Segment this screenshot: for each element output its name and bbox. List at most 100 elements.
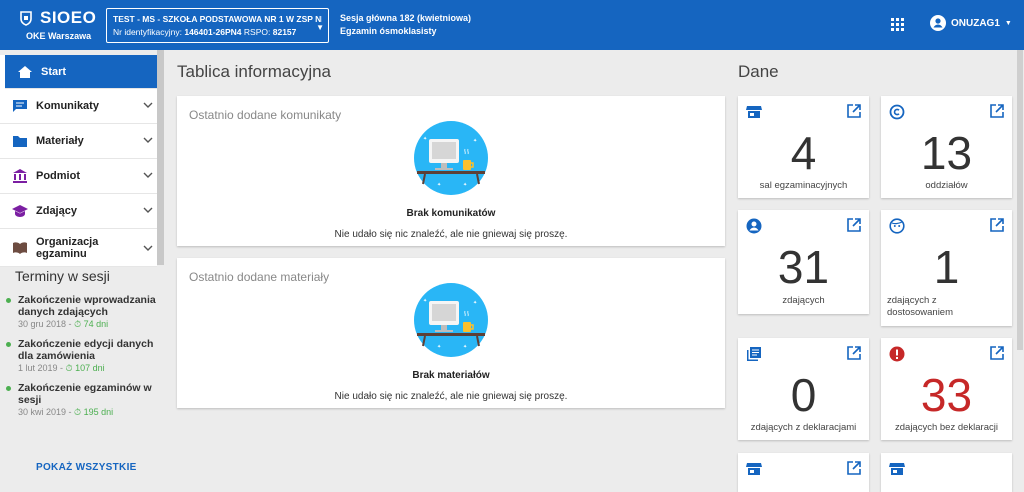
- sidebar-item-start[interactable]: Start: [5, 55, 157, 89]
- open-in-new-icon[interactable]: [990, 218, 1004, 232]
- empty-heading: Brak komunikatów: [406, 208, 496, 219]
- exam-name: Egzamin ósmoklasisty: [340, 26, 437, 36]
- sidebar-scrollbar[interactable]: [157, 50, 164, 265]
- chevron-down-icon: [143, 245, 153, 251]
- scrollbar-thumb[interactable]: [1017, 50, 1023, 350]
- store-icon: [746, 463, 762, 475]
- session-name: Sesja główna 182 (kwietniowa): [340, 13, 472, 23]
- term-item: Zakończenie edycji danych dla zamówienia…: [6, 338, 157, 374]
- account-icon: [746, 218, 762, 234]
- svg-text:✦: ✦: [423, 136, 427, 142]
- data-section-title: Dane: [738, 62, 779, 81]
- account-circle-icon: [930, 15, 946, 31]
- stat-label: zdających z dostosowaniem: [887, 295, 954, 318]
- school-select[interactable]: TEST - MS - SZKOŁA PODSTAWOWA NR 1 W ZSP…: [106, 8, 329, 43]
- materials-panel: Ostatnio dodane materiały ✦ ✦ ✦ ✦ Brak m…: [177, 258, 725, 408]
- graduation-cap-icon: [12, 205, 28, 217]
- empty-description: Nie udało się nic znaleźć, ale nie gniew…: [334, 229, 568, 240]
- stat-card-zdajacy: 31 zdających: [738, 210, 869, 314]
- open-in-new-icon[interactable]: [990, 346, 1004, 360]
- error-icon: [889, 346, 905, 362]
- brand-name: SIOEO: [40, 8, 97, 27]
- open-in-new-icon[interactable]: [990, 104, 1004, 118]
- folder-icon: [13, 136, 27, 147]
- stat-value: 33: [920, 369, 973, 421]
- status-dot: [6, 386, 11, 391]
- face-icon: [889, 218, 905, 234]
- show-all-button[interactable]: POKAŻ WSZYSTKIE: [36, 462, 137, 473]
- status-dot: [6, 298, 11, 303]
- sidebar: Start Komunikaty Materiały Podmiot Zdają…: [0, 50, 165, 492]
- open-in-new-icon[interactable]: [847, 104, 861, 118]
- chevron-down-icon: [143, 207, 153, 213]
- chevron-down-icon: [143, 172, 153, 178]
- apps-grid-icon[interactable]: [891, 18, 904, 31]
- top-bar: SIOEO OKE Warszawa TEST - MS - SZKOŁA PO…: [0, 0, 1024, 50]
- stat-card-partial: [738, 453, 869, 492]
- svg-text:✦: ✦: [473, 138, 477, 144]
- open-in-new-icon[interactable]: [847, 218, 861, 232]
- stat-label: zdających: [782, 295, 825, 306]
- stat-card-sale: 4 sal egzaminacyjnych: [738, 96, 869, 198]
- stat-value: 0: [790, 369, 817, 421]
- svg-text:✦: ✦: [473, 300, 477, 306]
- panel-title: Ostatnio dodane materiały: [189, 270, 330, 284]
- stat-label: zdających bez deklaracji: [895, 422, 998, 433]
- clock-icon: ⏱: [74, 319, 82, 329]
- library-books-icon: [747, 347, 761, 361]
- messages-panel: Ostatnio dodane komunikaty ✦ ✦ ✦ ✦ Brak …: [177, 96, 725, 246]
- stat-value: 13: [920, 127, 973, 179]
- panel-title: Ostatnio dodane komunikaty: [189, 108, 342, 122]
- clock-icon: ⏱: [65, 363, 73, 373]
- svg-text:✦: ✦: [463, 344, 467, 350]
- chevron-down-icon: [143, 137, 153, 143]
- stat-card-partial: [881, 453, 1012, 492]
- sidebar-item-komunikaty[interactable]: Komunikaty: [0, 89, 157, 124]
- stat-card-dostosowanie: 1 zdających z dostosowaniem: [881, 210, 1012, 326]
- page-scrollbar[interactable]: [1016, 50, 1024, 492]
- sidebar-item-organizacja-egzaminu[interactable]: Organizacja egzaminu: [0, 229, 157, 267]
- stat-card-bez-deklaracji: 33 zdających bez deklaracji: [881, 338, 1012, 440]
- term-item: Zakończenie egzaminów w sesji 30 kwi 201…: [6, 382, 157, 418]
- home-icon: [18, 65, 32, 78]
- stat-card-deklaracje: 0 zdających z deklaracjami: [738, 338, 869, 440]
- sidebar-item-zdajacy[interactable]: Zdający: [0, 194, 157, 229]
- svg-text:✦: ✦: [437, 344, 441, 350]
- empty-desk-illustration-icon: ✦ ✦ ✦ ✦: [414, 283, 488, 357]
- brand-logo[interactable]: SIOEO OKE Warszawa: [18, 8, 98, 41]
- stat-label: zdających z deklaracjami: [750, 422, 857, 433]
- user-name: ONUZAG1: [951, 17, 1000, 29]
- terms-section: Terminy w sesji Zakończenie wprowadzania…: [0, 268, 157, 426]
- open-in-new-icon[interactable]: [847, 461, 861, 475]
- store-icon: [746, 106, 762, 118]
- clock-icon: ⏱: [74, 407, 82, 417]
- empty-heading: Brak materiałów: [412, 370, 490, 381]
- open-in-new-icon[interactable]: [847, 346, 861, 360]
- brand-subtitle: OKE Warszawa: [26, 31, 92, 41]
- store-icon: [889, 463, 905, 475]
- svg-text:✦: ✦: [437, 182, 441, 188]
- caret-down-icon: ▼: [316, 23, 324, 32]
- school-id: 146401-26PN4: [184, 27, 242, 37]
- building-icon: [13, 169, 27, 183]
- stat-card-oddzialy: 13 oddziałów: [881, 96, 1012, 198]
- rspo-id: 82157: [272, 27, 297, 37]
- school-name: TEST - MS - SZKOŁA PODSTAWOWA NR 1 W ZSP…: [113, 14, 322, 24]
- stat-value: 4: [790, 127, 817, 179]
- sidebar-item-podmiot[interactable]: Podmiot: [0, 159, 157, 194]
- school-identifiers: Nr identyfikacyjny: 146401-26PN4 RSPO: 8…: [113, 27, 297, 37]
- chevron-down-icon: [143, 102, 153, 108]
- user-menu[interactable]: ONUZAG1 ▼: [930, 15, 1012, 31]
- page-title: Tablica informacyjna: [177, 62, 332, 81]
- caret-down-icon: ▼: [1004, 19, 1012, 27]
- session-info: Sesja główna 182 (kwietniowa) Egzamin ós…: [340, 12, 471, 38]
- sidebar-item-materialy[interactable]: Materiały: [0, 124, 157, 159]
- copyright-icon: [889, 104, 905, 120]
- svg-text:✦: ✦: [423, 298, 427, 304]
- stat-value: 31: [777, 241, 830, 293]
- stat-value: 1: [933, 241, 960, 293]
- term-item: Zakończenie wprowadzania danych zdającyc…: [6, 294, 157, 330]
- svg-text:✦: ✦: [463, 182, 467, 188]
- sidebar-nav: Start Komunikaty Materiały Podmiot Zdają…: [0, 55, 157, 267]
- stat-label: sal egzaminacyjnych: [759, 180, 848, 191]
